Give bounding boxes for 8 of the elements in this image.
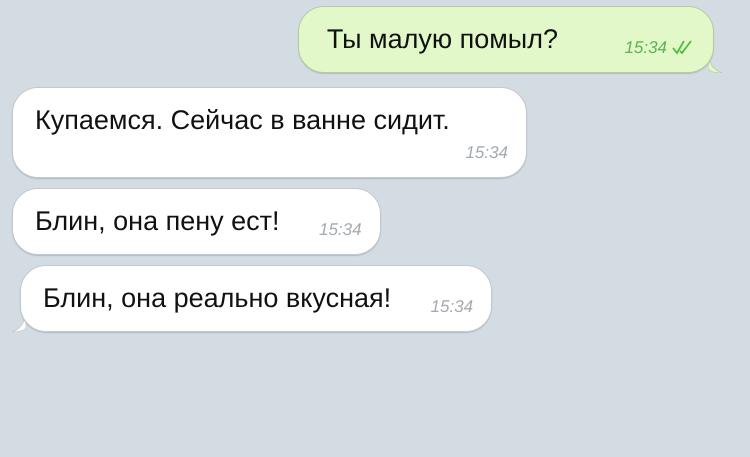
message-time: 15:34: [430, 296, 474, 318]
message-time: 15:34: [465, 142, 508, 164]
message-time: 15:34: [319, 218, 362, 240]
message-time: 15:34: [624, 36, 667, 58]
message-text: Ты малую помыл?: [326, 24, 558, 54]
message-text: Блин, она пену ест!: [35, 206, 280, 236]
message-text: Блин, она реально вкусная!: [43, 283, 392, 313]
message-text: Купаемся. Сейчас в ванне сидит.: [35, 105, 450, 135]
